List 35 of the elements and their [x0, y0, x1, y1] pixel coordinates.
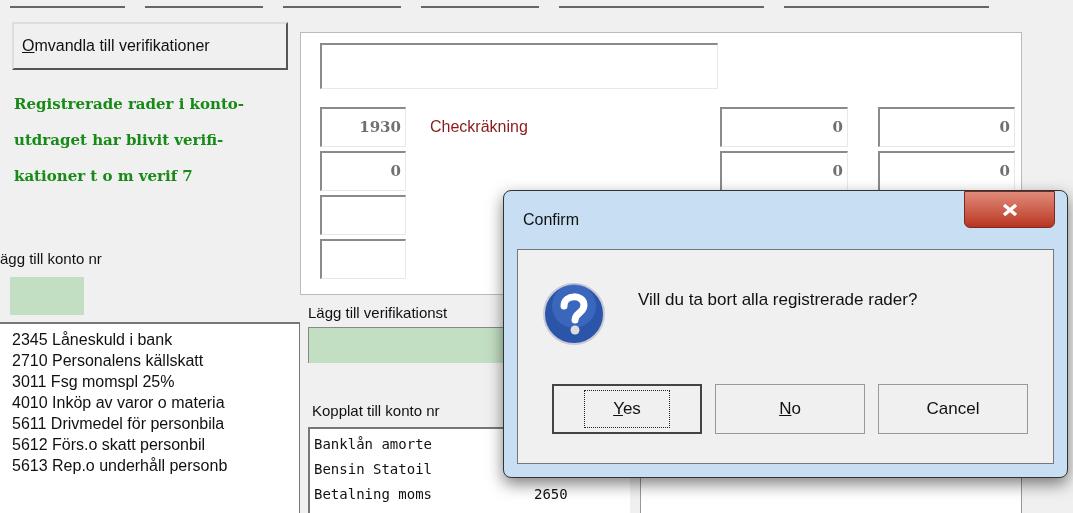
account-field[interactable] [10, 277, 84, 315]
dialog-title: Confirm [523, 210, 579, 230]
template-label: Lägg till verifikationst [308, 303, 448, 323]
account-name: Checkräkning [430, 118, 528, 135]
account-list-item[interactable]: 5611 Drivmedel för personbila [12, 413, 299, 434]
number-field[interactable]: 0 [878, 107, 1015, 147]
status-message: Registrerade rader i konto- [14, 94, 246, 115]
account-list-item[interactable]: 2710 Personalens källskatt [12, 350, 299, 371]
status-message: utdraget har blivit verifi- [14, 130, 225, 151]
dialog-button[interactable]: Cancel [878, 384, 1028, 434]
number-field[interactable]: 0 [320, 151, 406, 191]
account-list-item[interactable]: 2345 Låneskuld i bank [12, 329, 299, 350]
question-icon [542, 282, 606, 346]
number-field[interactable]: 0 [878, 151, 1015, 191]
template-name[interactable]: Betalning moms [314, 482, 534, 507]
close-icon [1000, 202, 1019, 217]
number-field[interactable] [320, 195, 406, 235]
account-label: ägg till konto nr [0, 249, 102, 269]
description-field[interactable] [320, 43, 718, 89]
close-button[interactable] [964, 191, 1055, 228]
number-field[interactable]: 0 [720, 151, 848, 191]
number-field[interactable] [320, 239, 406, 279]
convert-button[interactable]: Omvandla till verifikationer [12, 22, 288, 70]
account-list-item[interactable]: 4010 Inköp av varor o materia [12, 392, 299, 413]
linked-label: Kopplat till konto nr [312, 401, 440, 421]
account-list-item[interactable]: 5612 Förs.o skatt personbil [12, 434, 299, 455]
account-list-item[interactable]: 5613 Rep.o underhåll personb [12, 455, 299, 476]
template-account: 2650 [534, 485, 568, 504]
account-list-item[interactable]: 3011 Fsg momspl 25% [12, 371, 299, 392]
number-field[interactable]: 0 [720, 107, 848, 147]
dialog-button[interactable]: No [715, 384, 865, 434]
dialog-button[interactable]: Yes [552, 384, 702, 434]
status-message: kationer t o m verif 7 [14, 166, 194, 187]
dialog-message: Vill du ta bort alla registrerade rader? [638, 289, 918, 311]
number-field[interactable]: 1930 [320, 107, 406, 147]
